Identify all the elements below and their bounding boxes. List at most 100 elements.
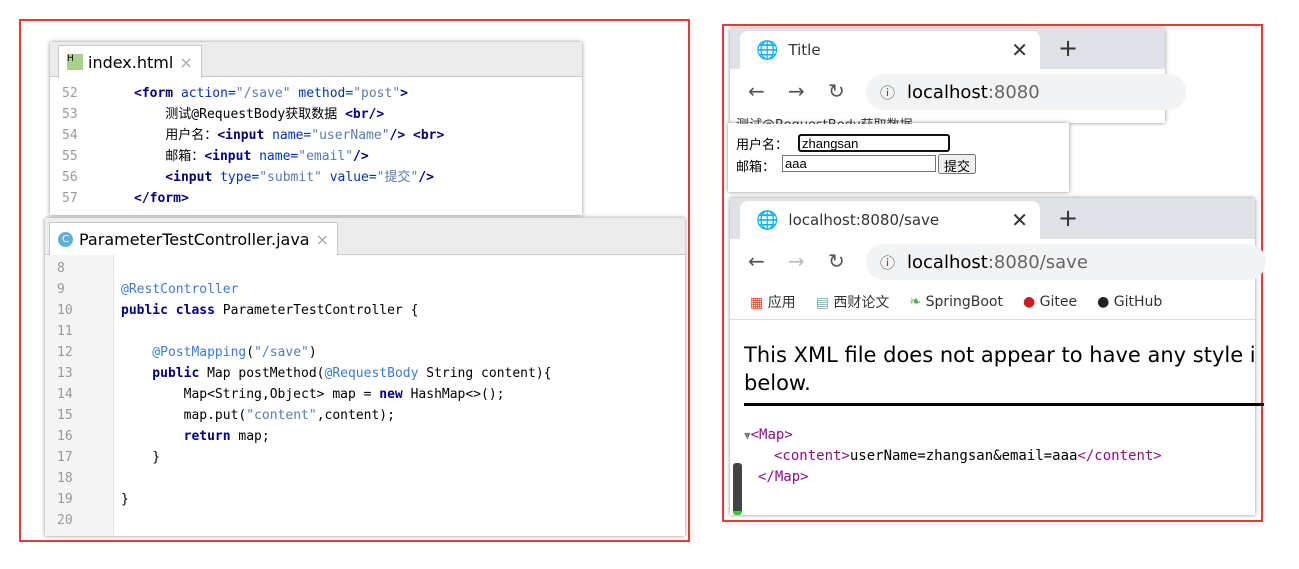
code-token: /> — [353, 149, 369, 164]
code-token: <input — [204, 149, 260, 164]
line-number: 18 — [57, 471, 73, 486]
new-tab-icon[interactable]: + — [1058, 204, 1078, 232]
address-bar[interactable]: ⓘ localhost:8080/save — [866, 244, 1266, 280]
bookmark-gitee[interactable]: ● Gitee — [1023, 294, 1077, 310]
browser-tab[interactable]: 🌐 localhost:8080/save ✕ — [740, 201, 1040, 239]
code-token: <br/> — [345, 107, 385, 122]
browser-tab[interactable]: 🌐 Title ✕ — [740, 31, 1040, 69]
close-icon[interactable]: × — [316, 230, 329, 249]
bookmark-label: Gitee — [1039, 294, 1078, 310]
email-label: 邮箱： — [736, 160, 776, 175]
bookmark-label: GitHub — [1113, 294, 1163, 310]
close-icon[interactable]: × — [179, 53, 192, 72]
code-line: @PostMapping("/save") — [121, 342, 685, 363]
browser-window-1: 🌐 Title ✕ + ← → ↻ ⓘ localhost:8080 — [730, 28, 1186, 123]
bookmark-github[interactable]: ● GitHub — [1097, 294, 1162, 310]
collapse-triangle-icon[interactable]: ▼ — [744, 429, 751, 442]
tab-java[interactable]: C ParameterTestController.java × — [49, 222, 338, 255]
url-rest: :8080/save — [987, 251, 1088, 273]
code-token: Map<String,Object> map = — [121, 387, 380, 402]
close-tab-icon[interactable]: ✕ — [1011, 38, 1028, 62]
code-token: <input — [217, 128, 273, 143]
code-line: public class ParameterTestController { — [121, 300, 685, 321]
globe-icon: 🌐 — [756, 209, 779, 231]
code-line: } — [121, 489, 685, 510]
code-token: /> <br> — [389, 128, 445, 143]
forward-icon[interactable]: → — [788, 249, 805, 273]
xml-map-close: </Map> — [758, 469, 809, 485]
bookmark-springboot[interactable]: ❧ SpringBoot — [909, 294, 1003, 310]
code-token: method= — [298, 86, 354, 101]
address-bar[interactable]: ⓘ localhost:8080 — [866, 74, 1186, 110]
code-token: ) — [308, 345, 317, 360]
close-tab-icon[interactable]: ✕ — [1011, 208, 1028, 232]
tab-title: Title — [788, 41, 821, 59]
bookmark-xicai[interactable]: ▤ 西财论文 — [816, 292, 890, 312]
line-number: 9 — [57, 282, 65, 297]
new-tab-icon[interactable]: + — [1058, 34, 1078, 62]
line-number: 8 — [57, 261, 65, 276]
class-icon: C — [58, 231, 73, 247]
code-line: 用户名：<input name="userName"/> <br> — [134, 125, 582, 146]
code-token: public class — [121, 303, 223, 318]
tab-index-html[interactable]: H index.html × — [58, 45, 202, 78]
back-icon[interactable]: ← — [748, 79, 765, 103]
code-token: name= — [259, 149, 299, 164]
code-token: ,content); — [316, 408, 395, 423]
browser-window-2: 🌐 localhost:8080/save ✕ + ← → ↻ ⓘ localh… — [730, 198, 1266, 515]
code-token: map; — [238, 429, 270, 444]
line-number: 15 — [57, 408, 73, 423]
code-token: <form — [134, 86, 181, 101]
code-token: return — [121, 429, 239, 444]
code-line: <input type="submit" value="提交"/> — [134, 167, 582, 188]
line-number: 17 — [57, 450, 73, 465]
line-number: 56 — [62, 170, 78, 185]
scrollbar[interactable] — [733, 463, 742, 515]
url-host: localhost — [907, 81, 988, 103]
bookmark-apps[interactable]: ▦ 应用 — [750, 292, 796, 312]
code-line: <form action="/save" method="post"> — [134, 83, 582, 104]
code-token: /> — [418, 170, 434, 185]
form-heading: 测试@RequestBody获取数据 — [736, 114, 913, 124]
xml-map-open: <Map> — [750, 427, 793, 443]
code-token: type= — [220, 170, 260, 185]
back-icon[interactable]: ← — [748, 249, 765, 273]
code-token: <input — [134, 170, 221, 185]
form-page: 测试@RequestBody获取数据 用户名： 邮箱： 提交 — [728, 118, 1069, 192]
code-token: > — [400, 86, 408, 101]
line-number: 11 — [57, 324, 73, 339]
code-line: Map<String,Object> map = new HashMap<>()… — [121, 384, 685, 405]
code-token: "提交" — [376, 170, 419, 185]
line-number: 20 — [57, 513, 73, 528]
code-token: @RestController — [121, 282, 239, 297]
code-token: 用户名： — [134, 128, 218, 143]
xml-tree: ▼<Map> <content>userName=zhangsan&email=… — [744, 425, 1162, 488]
username-input[interactable] — [798, 134, 950, 152]
code-token: "post" — [353, 86, 401, 101]
line-number: 16 — [57, 429, 73, 444]
code-line: 测试@RequestBody获取数据 <br/> — [134, 104, 582, 125]
code-token: "submit" — [259, 170, 330, 185]
code-line: map.put("content",content); — [121, 405, 685, 426]
code-token: @PostMapping — [121, 345, 247, 360]
code-token: "/save" — [235, 86, 299, 101]
gitee-icon: ● — [1022, 294, 1036, 310]
tab-label: index.html — [88, 52, 174, 72]
reload-icon[interactable]: ↻ — [828, 249, 845, 273]
forward-icon[interactable]: → — [788, 79, 805, 103]
reload-icon[interactable]: ↻ — [828, 79, 845, 103]
xml-content-close: </content> — [1077, 448, 1162, 464]
info-icon: ⓘ — [880, 253, 896, 272]
code-line: return map; — [121, 426, 685, 447]
xml-content-open: <content> — [774, 448, 850, 464]
html-file-icon: H — [67, 54, 83, 70]
code-token: @RequestBody — [324, 366, 427, 381]
submit-button[interactable]: 提交 — [938, 154, 977, 174]
bookmarks-bar: ▦ 应用 ▤ 西财论文 ❧ SpringBoot ● Gitee ● GitHu… — [730, 285, 1255, 320]
username-label: 用户名： — [736, 138, 789, 153]
apps-grid-icon: ▦ — [750, 295, 764, 311]
code-token: String content){ — [426, 366, 552, 381]
email-input[interactable] — [782, 155, 936, 172]
